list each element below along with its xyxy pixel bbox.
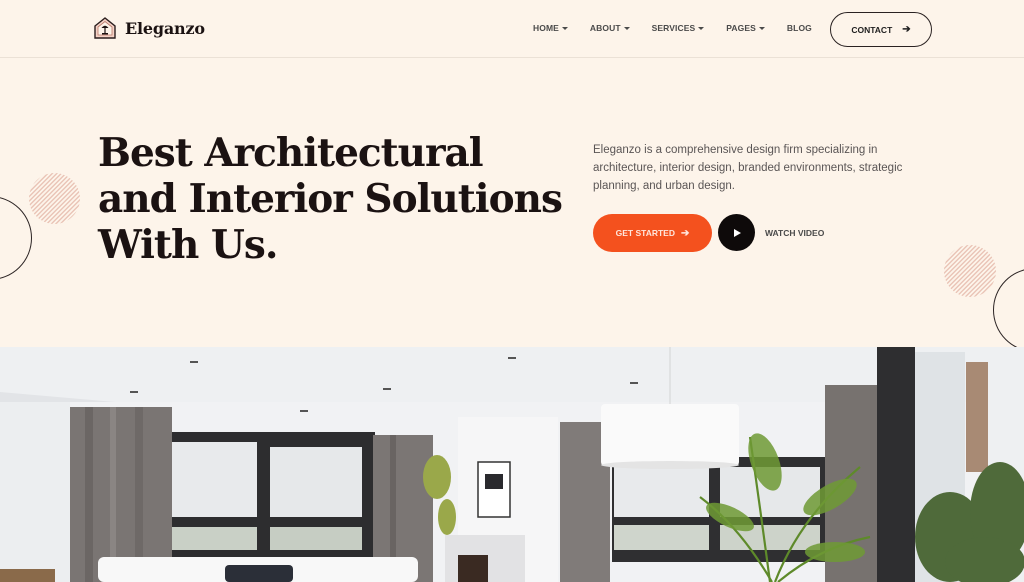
house-lamp-icon (94, 17, 116, 39)
get-started-label: GET STARTED (615, 228, 675, 238)
contact-button[interactable]: CONTACT ➔ (830, 12, 932, 47)
hero-description: Eleganzo is a comprehensive design firm … (593, 144, 903, 192)
nav-item-label: BLOG (786, 23, 812, 33)
nav-item-label: PAGES (726, 23, 756, 33)
nav-item-label: HOME (533, 23, 559, 33)
nav-item-home[interactable]: HOME (533, 23, 568, 33)
nav-item-about[interactable]: ABOUT (590, 23, 630, 33)
arrow-right-icon: ➔ (902, 24, 911, 35)
decorative-hatched-circle-right (944, 245, 996, 297)
nav-item-label: SERVICES (651, 23, 696, 33)
brand-logo[interactable]: Eleganzo (93, 16, 205, 40)
site-header: Eleganzo HOME ABOUT SERVICES PAGES BLOG … (0, 0, 1024, 58)
hero-title-line: With Us. (98, 222, 278, 268)
play-video-button[interactable] (718, 214, 755, 251)
decorative-hatched-circle-left (29, 173, 80, 224)
decorative-ring-left (0, 196, 32, 280)
hero-title-line: and Interior Solutions (98, 176, 563, 222)
brand-name: Eleganzo (125, 18, 205, 38)
contact-button-label: CONTACT (851, 24, 893, 35)
chevron-down-icon (758, 27, 765, 30)
nav-item-label: ABOUT (589, 23, 621, 33)
interior-illustration (0, 347, 1024, 582)
get-started-button[interactable]: GET STARTED ➔ (593, 214, 712, 252)
nav-item-pages[interactable]: PAGES (726, 23, 765, 33)
nav-item-services[interactable]: SERVICES (652, 23, 705, 33)
hero-title-line: Best Architectural (98, 130, 484, 176)
chevron-down-icon (561, 27, 568, 30)
nav-item-blog[interactable]: BLOG (787, 23, 812, 33)
watch-video-link[interactable]: WATCH VIDEO (765, 228, 824, 238)
main-nav: HOME ABOUT SERVICES PAGES BLOG (533, 23, 812, 33)
arrow-right-icon: ➔ (680, 227, 690, 239)
chevron-down-icon (698, 27, 705, 30)
hero-interior-image (0, 347, 1024, 582)
play-icon (734, 228, 741, 237)
decorative-ring-right (993, 268, 1024, 352)
hero-title: Best Architectural and Interior Solution… (98, 130, 563, 268)
chevron-down-icon (623, 27, 630, 30)
